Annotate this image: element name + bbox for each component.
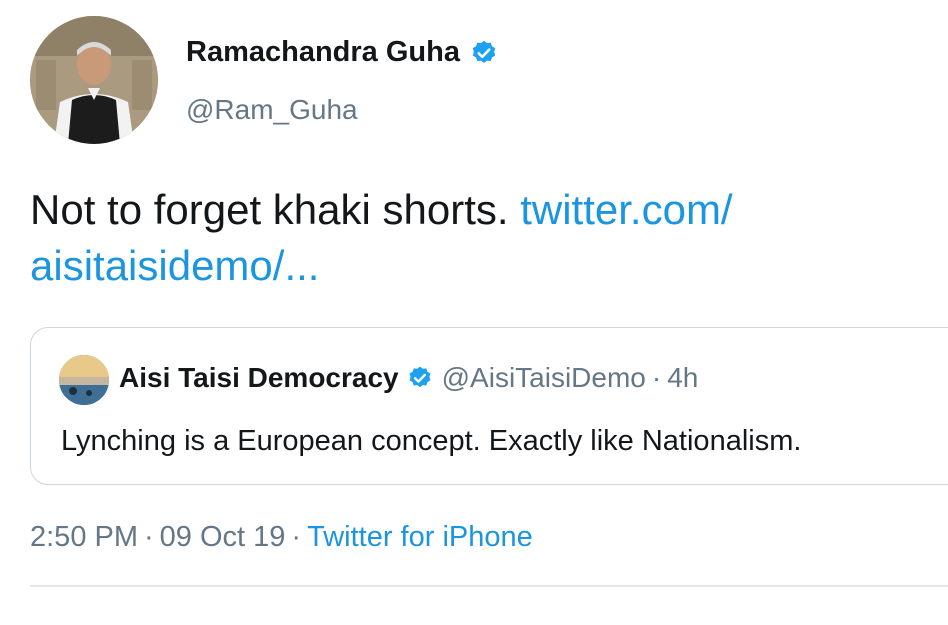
quoted-author-avatar — [59, 355, 109, 405]
divider — [30, 585, 948, 587]
quoted-tweet-text: Lynching is a European concept. Exactly … — [61, 425, 802, 457]
quoted-timestamp: 4h — [667, 362, 699, 393]
tweet-meta: 2:50 PM · 09 Oct 19 · Twitter for iPhone — [30, 521, 533, 554]
tweet-source-link[interactable]: Twitter for iPhone — [307, 521, 533, 553]
author-avatar[interactable] — [30, 16, 158, 144]
tweet-body-text: Not to forget khaki shorts. — [30, 186, 521, 233]
tweet-link-line2[interactable]: aisitaisidemo/... — [30, 242, 319, 289]
meta-separator-1: · — [144, 521, 154, 553]
author-display-name[interactable]: Ramachandra Guha — [186, 36, 498, 69]
quoted-author-name: Aisi Taisi Democracy — [119, 362, 399, 393]
tweet-date[interactable]: 09 Oct 19 — [160, 521, 286, 553]
meta-separator-2: · — [291, 521, 302, 553]
tweet-link-line1[interactable]: twitter.com/ — [520, 186, 732, 233]
verified-badge-icon — [407, 365, 433, 391]
quoted-tweet-card[interactable]: Aisi Taisi Democracy @AisiTaisiDemo · 4h… — [30, 327, 948, 485]
quoted-tweet-header: Aisi Taisi Democracy @AisiTaisiDemo · 4h — [119, 362, 698, 394]
quoted-author-handle: @AisiTaisiDemo — [441, 362, 646, 393]
author-name-text: Ramachandra Guha — [186, 36, 460, 68]
author-handle[interactable]: @Ram_Guha — [186, 94, 358, 126]
avatar-image — [30, 16, 158, 144]
verified-badge-icon — [470, 39, 498, 67]
quoted-separator: · — [651, 362, 662, 393]
tweet-time[interactable]: 2:50 PM — [30, 521, 138, 553]
tweet-text: Not to forget khaki shorts. twitter.com/… — [30, 182, 890, 294]
quoted-avatar-image — [59, 355, 109, 405]
